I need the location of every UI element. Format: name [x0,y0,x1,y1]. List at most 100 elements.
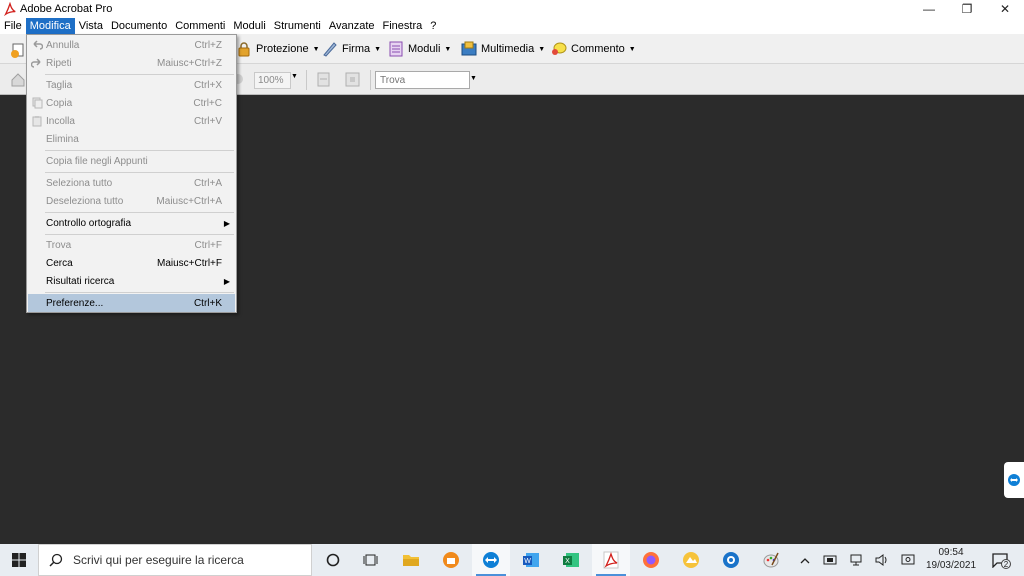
blue-app-button[interactable] [712,544,750,576]
menu-item-label: Cerca [46,257,73,269]
menu-item-taglia[interactable]: Taglia Ctrl+X [28,76,235,94]
menu-item-cerca[interactable]: Cerca Maiusc+Ctrl+F [28,254,235,272]
windows-logo-icon [12,553,26,567]
menu-item-incolla[interactable]: Incolla Ctrl+V [28,112,235,130]
menu-item-shortcut: Maiusc+Ctrl+F [156,257,222,269]
menu-item-label: Risultati ricerca [46,275,115,287]
tray-overflow-button[interactable] [796,544,814,576]
menu-item-copia-file[interactable]: Copia file negli Appunti [28,152,235,170]
file-explorer-button[interactable] [392,544,430,576]
menu-moduli[interactable]: Moduli [229,18,269,34]
menu-item-seleziona-tutto[interactable]: Seleziona tutto Ctrl+A [28,174,235,192]
volume-button[interactable] [872,544,892,576]
minimize-button[interactable]: — [910,0,948,18]
menu-item-annulla[interactable]: Annulla Ctrl+Z [28,36,235,54]
restore-icon: ❐ [961,2,973,16]
redo-icon [31,58,41,68]
word-button[interactable]: W [512,544,550,576]
zoom-level[interactable]: 100% [254,72,291,89]
menu-item-shortcut: Ctrl+V [193,115,222,127]
cortana-icon [326,553,340,567]
menu-item-preferenze[interactable]: Preferenze... Ctrl+K [28,294,235,312]
menu-finestra[interactable]: Finestra [379,18,427,34]
chevron-down-icon[interactable]: ▼ [470,75,477,82]
find-field[interactable] [375,71,470,89]
app-orange-button[interactable] [432,544,470,576]
find-input[interactable] [376,72,469,88]
window-title: Adobe Acrobat Pro [20,3,113,15]
yellow-app-button[interactable] [672,544,710,576]
menu-item-shortcut: Maiusc+Ctrl+Z [156,57,222,69]
comment-button[interactable]: Commento ▼ [551,40,636,58]
network-button[interactable] [846,544,866,576]
multimedia-button[interactable]: Multimedia ▼ [461,40,545,58]
menu-item-deseleziona-tutto[interactable]: Deseleziona tutto Maiusc+Ctrl+A [28,192,235,210]
forms-button[interactable]: Moduli ▼ [388,40,451,58]
window-controls: — ❐ ✕ [910,0,1024,18]
paint-app-button[interactable] [752,544,790,576]
speech-bubble-icon [552,42,567,55]
menu-item-label: Copia [46,97,73,109]
create-pdf-icon[interactable] [10,42,26,58]
menu-item-controllo-ortografia[interactable]: Controllo ortografia ▶ [28,214,235,232]
menu-bar: File Modifica Vista Documento Commenti M… [0,18,1024,34]
menu-vista[interactable]: Vista [75,18,107,34]
tray-app-button[interactable] [820,544,840,576]
menu-item-ripeti[interactable]: Ripeti Maiusc+Ctrl+Z [28,54,235,72]
firefox-icon [643,552,659,568]
close-button[interactable]: ✕ [986,0,1024,18]
menu-item-copia[interactable]: Copia Ctrl+C [28,94,235,112]
menu-help[interactable]: ? [426,18,440,34]
tray-app-icon [823,555,837,565]
firefox-button[interactable] [632,544,670,576]
menu-avanzate[interactable]: Avanzate [325,18,379,34]
restore-button[interactable]: ❐ [948,0,986,18]
start-button[interactable] [0,544,38,576]
blue-app-icon [723,552,739,568]
notifications-button[interactable]: 2 [986,544,1014,576]
cortana-button[interactable] [314,544,352,576]
menu-item-label: Taglia [46,79,73,91]
menu-item-elimina[interactable]: Elimina [28,130,235,148]
menu-modifica[interactable]: Modifica [25,18,75,34]
speaker-icon [875,554,887,566]
word-icon: W [523,553,539,567]
copy-icon [32,97,43,109]
protection-button[interactable]: Protezione ▼ [236,40,320,58]
menu-strumenti[interactable]: Strumenti [270,18,325,34]
menu-item-label: Seleziona tutto [46,177,113,189]
teamviewer-taskbar-button[interactable] [472,544,510,576]
sign-button[interactable]: Firma ▼ [322,40,381,58]
paint-icon [763,552,779,568]
chevron-up-icon [800,557,810,563]
tray-secondary-button[interactable] [898,544,918,576]
clock[interactable]: 09:54 19/03/2021 [921,546,981,572]
menu-divider [45,74,234,75]
svg-text:X: X [565,558,570,565]
multimedia-label: Multimedia [481,43,535,55]
menu-commenti[interactable]: Commenti [171,18,229,34]
teamviewer-panel-tab[interactable] [1004,462,1024,498]
paste-icon [32,116,42,127]
task-view-button[interactable] [352,544,390,576]
home-icon[interactable] [10,72,26,88]
menu-item-label: Copia file negli Appunti [46,155,148,167]
chevron-down-icon: ▼ [312,45,320,53]
menu-item-trova[interactable]: Trova Ctrl+F [28,236,235,254]
undo-icon [33,40,43,50]
folder-icon [403,555,419,566]
excel-button[interactable]: X [552,544,590,576]
menu-file[interactable]: File [0,18,26,34]
acrobat-taskbar-button[interactable] [592,544,630,576]
toolbar-divider [306,70,307,90]
menu-item-label: Controllo ortografia [46,217,132,229]
taskbar-search-box[interactable]: Scrivi qui per eseguire la ricerca [38,544,312,576]
chevron-down-icon: ▼ [628,45,636,53]
menu-item-risultati-ricerca[interactable]: Risultati ricerca ▶ [28,272,235,290]
menu-documento[interactable]: Documento [107,18,171,34]
acrobat-icon [603,551,619,569]
fit-page-icon[interactable] [316,72,331,87]
menu-item-shortcut: Ctrl+F [194,239,223,251]
chevron-down-icon[interactable]: ▼ [291,73,298,80]
full-screen-icon[interactable] [345,72,360,87]
